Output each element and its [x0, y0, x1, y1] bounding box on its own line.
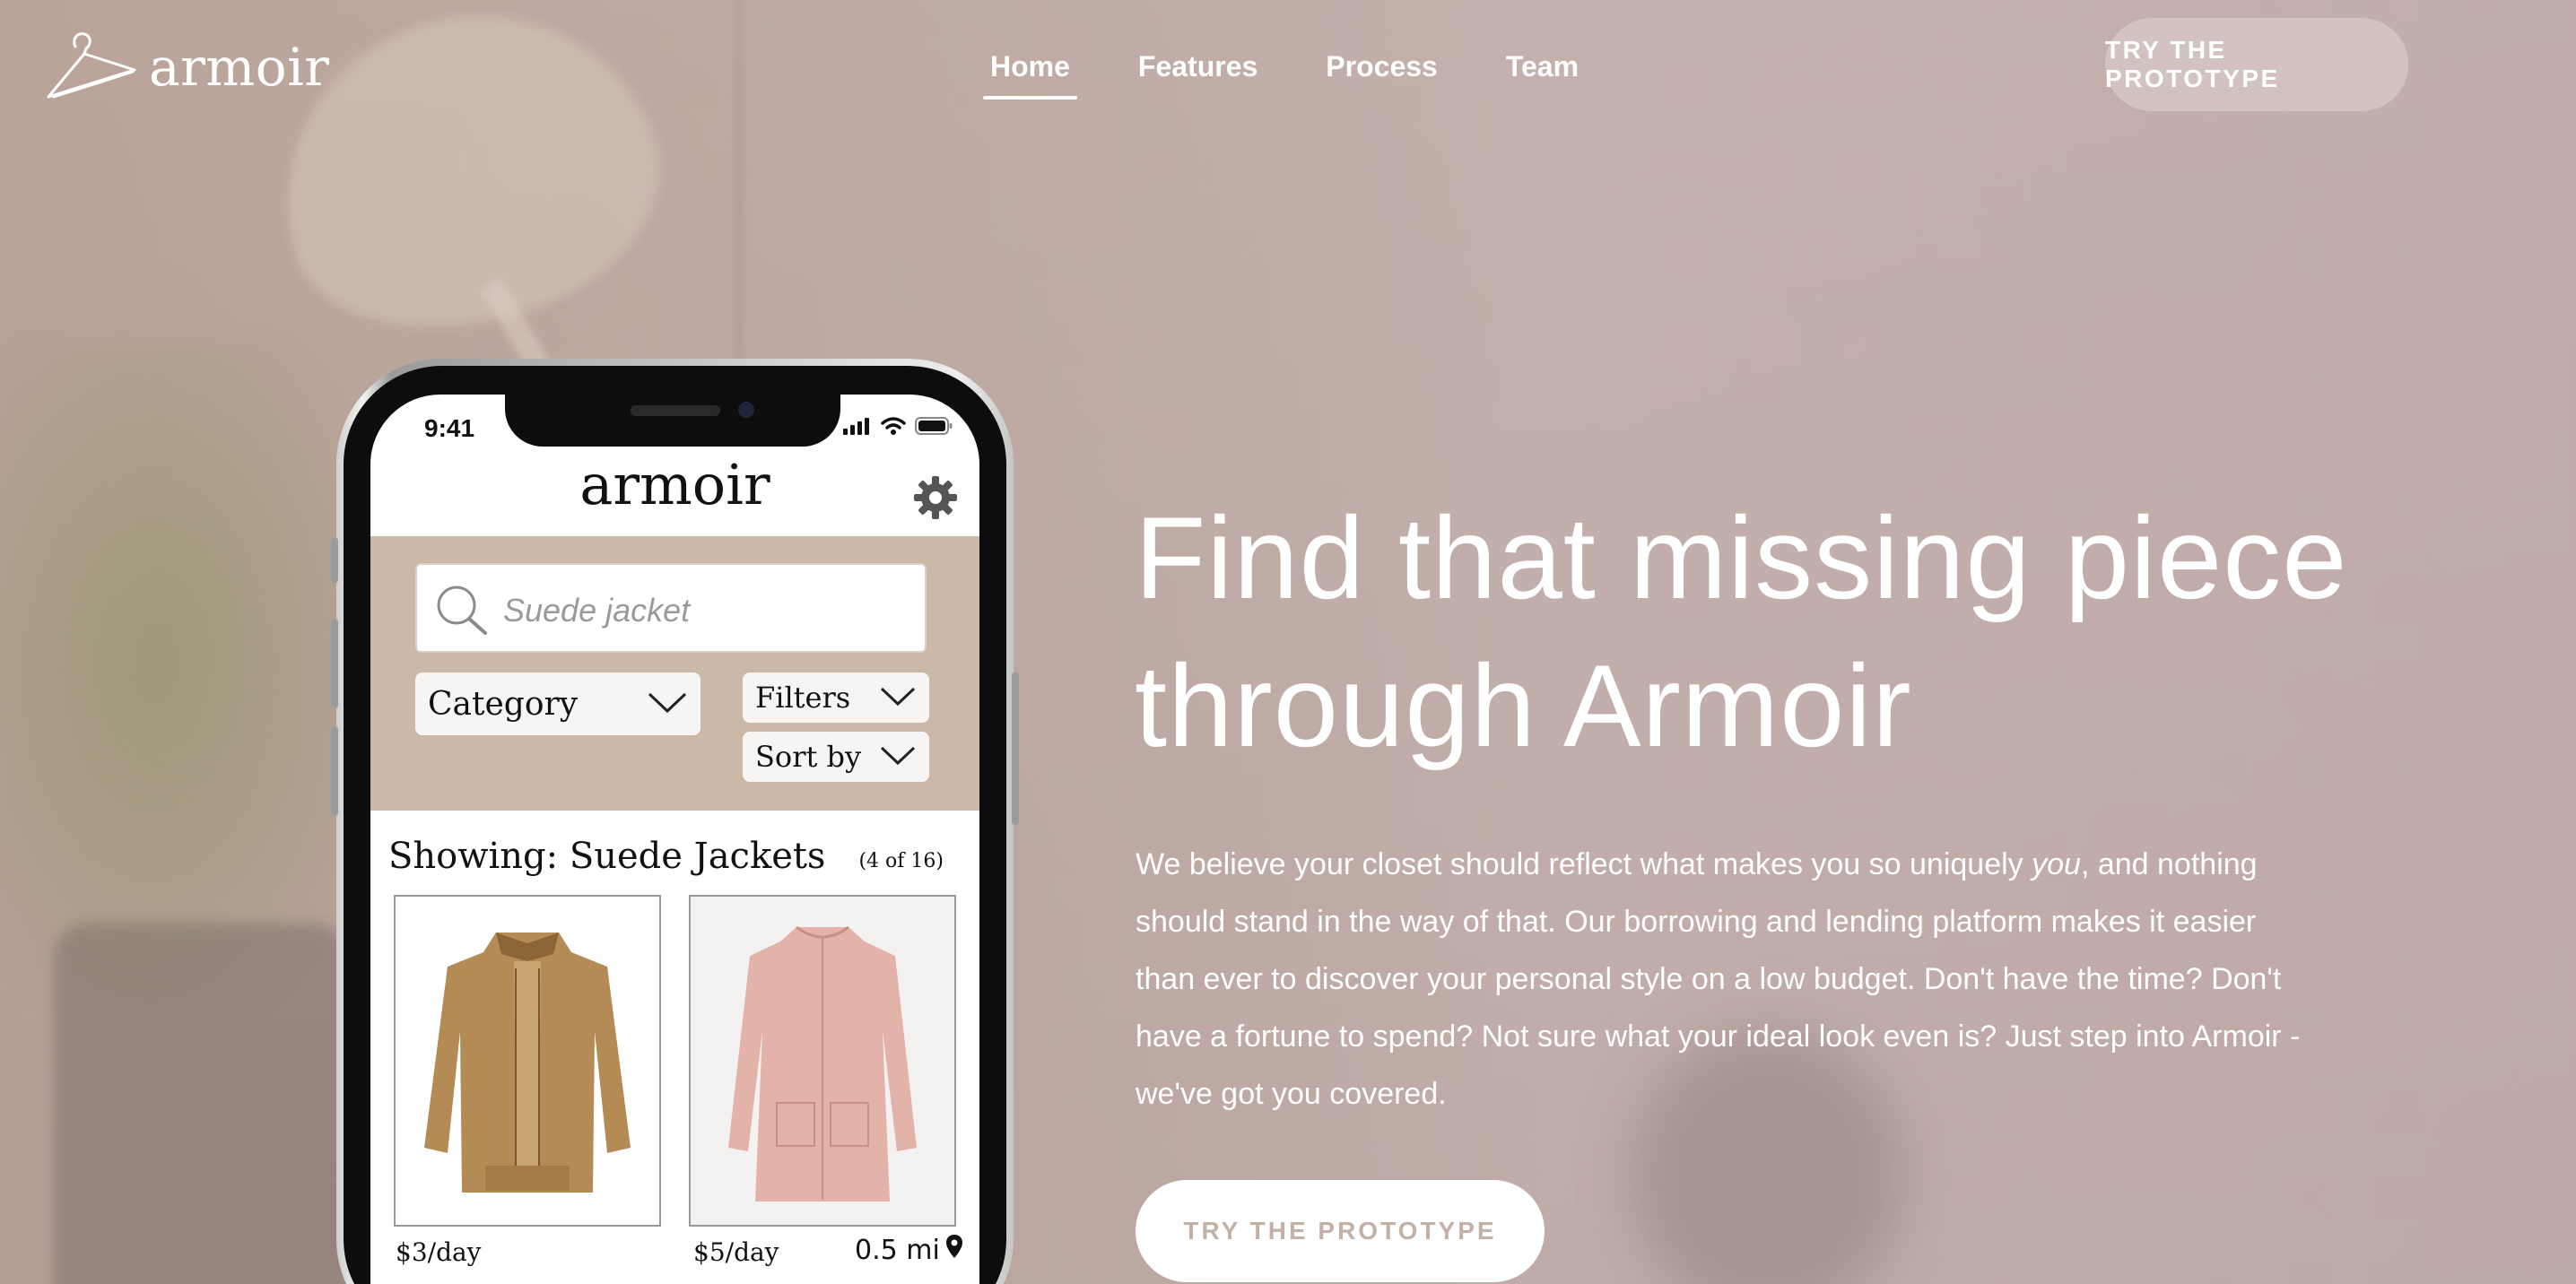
product-price: $5/day — [693, 1237, 779, 1267]
signal-icon — [843, 417, 872, 438]
filters-label: Filters — [755, 681, 851, 715]
search-panel: Suede jacket Category Filters Sort by — [370, 536, 979, 811]
phone-volume-down — [331, 726, 338, 816]
search-input[interactable]: Suede jacket — [415, 563, 927, 653]
results-count: (4 of 16) — [858, 850, 944, 872]
phone-volume-up — [331, 619, 338, 708]
app-title: armoir — [579, 452, 770, 517]
phone-power-button — [1012, 672, 1019, 825]
gear-icon[interactable] — [913, 475, 958, 524]
status-time: 9:41 — [424, 414, 475, 442]
chevron-down-icon — [647, 686, 688, 723]
product-card-tan-jacket[interactable] — [394, 895, 661, 1227]
phone-mockup: 9:41 armoir Suede jacket Category Filter… — [331, 359, 1019, 1284]
nav-process[interactable]: Process — [1322, 45, 1441, 100]
search-icon — [433, 583, 491, 640]
battery-icon — [915, 416, 953, 439]
product-price: $3/day — [396, 1237, 482, 1267]
phone-silent-switch — [331, 538, 338, 583]
phone-bezel: 9:41 armoir Suede jacket Category Filter… — [344, 366, 1006, 1284]
wifi-icon — [881, 416, 906, 439]
phone-screen: 9:41 armoir Suede jacket Category Filter… — [370, 395, 979, 1284]
brand-logo[interactable]: armoir — [45, 27, 330, 108]
sort-label: Sort by — [755, 740, 862, 774]
hanger-icon — [45, 27, 138, 108]
hero-description-emphasis: you — [2032, 847, 2081, 881]
nav-team[interactable]: Team — [1502, 45, 1582, 100]
results-title: Showing: Suede Jackets — [388, 836, 826, 877]
hero-heading: Find that missing piece through Armoir — [1135, 484, 2480, 780]
status-icons — [843, 416, 953, 439]
hero-heading-line-2: through Armoir — [1135, 640, 1912, 771]
nav-features[interactable]: Features — [1135, 45, 1261, 100]
sort-dropdown[interactable]: Sort by — [743, 732, 929, 782]
tan-suede-jacket-image — [396, 897, 659, 1225]
category-label: Category — [428, 685, 579, 723]
chevron-down-icon — [879, 740, 917, 774]
nav-home[interactable]: Home — [983, 45, 1077, 100]
hero-description: We believe your closet should reflect wh… — [1136, 836, 2302, 1123]
pink-suede-coat-image — [691, 897, 954, 1225]
location-pin-icon — [945, 1234, 963, 1266]
main-nav: Home Features Process Team — [983, 45, 1643, 100]
hero-try-prototype-button[interactable]: TRY THE PROTOTYPE — [1136, 1180, 1545, 1282]
search-placeholder: Suede jacket — [503, 592, 691, 629]
phone-speaker — [631, 405, 720, 416]
filters-dropdown[interactable]: Filters — [743, 672, 929, 723]
chevron-down-icon — [879, 681, 917, 715]
hero-description-part-2: , and nothing should stand in the way of… — [1136, 847, 2301, 1111]
product-card-pink-coat[interactable] — [689, 895, 956, 1227]
product-distance-value: 0.5 mi — [855, 1234, 940, 1266]
hero-heading-line-1: Find that missing piece — [1135, 492, 2348, 623]
phone-camera — [738, 402, 754, 418]
header-try-prototype-button[interactable]: TRY THE PROTOTYPE — [2105, 18, 2408, 111]
product-distance: 0.5 mi — [855, 1234, 963, 1266]
brand-name: armoir — [149, 37, 330, 98]
category-dropdown[interactable]: Category — [415, 672, 701, 735]
hero-description-part-1: We believe your closet should reflect wh… — [1136, 847, 2032, 881]
results-header: Showing: Suede Jackets (4 of 16) — [388, 814, 962, 895]
phone-notch — [505, 395, 840, 447]
